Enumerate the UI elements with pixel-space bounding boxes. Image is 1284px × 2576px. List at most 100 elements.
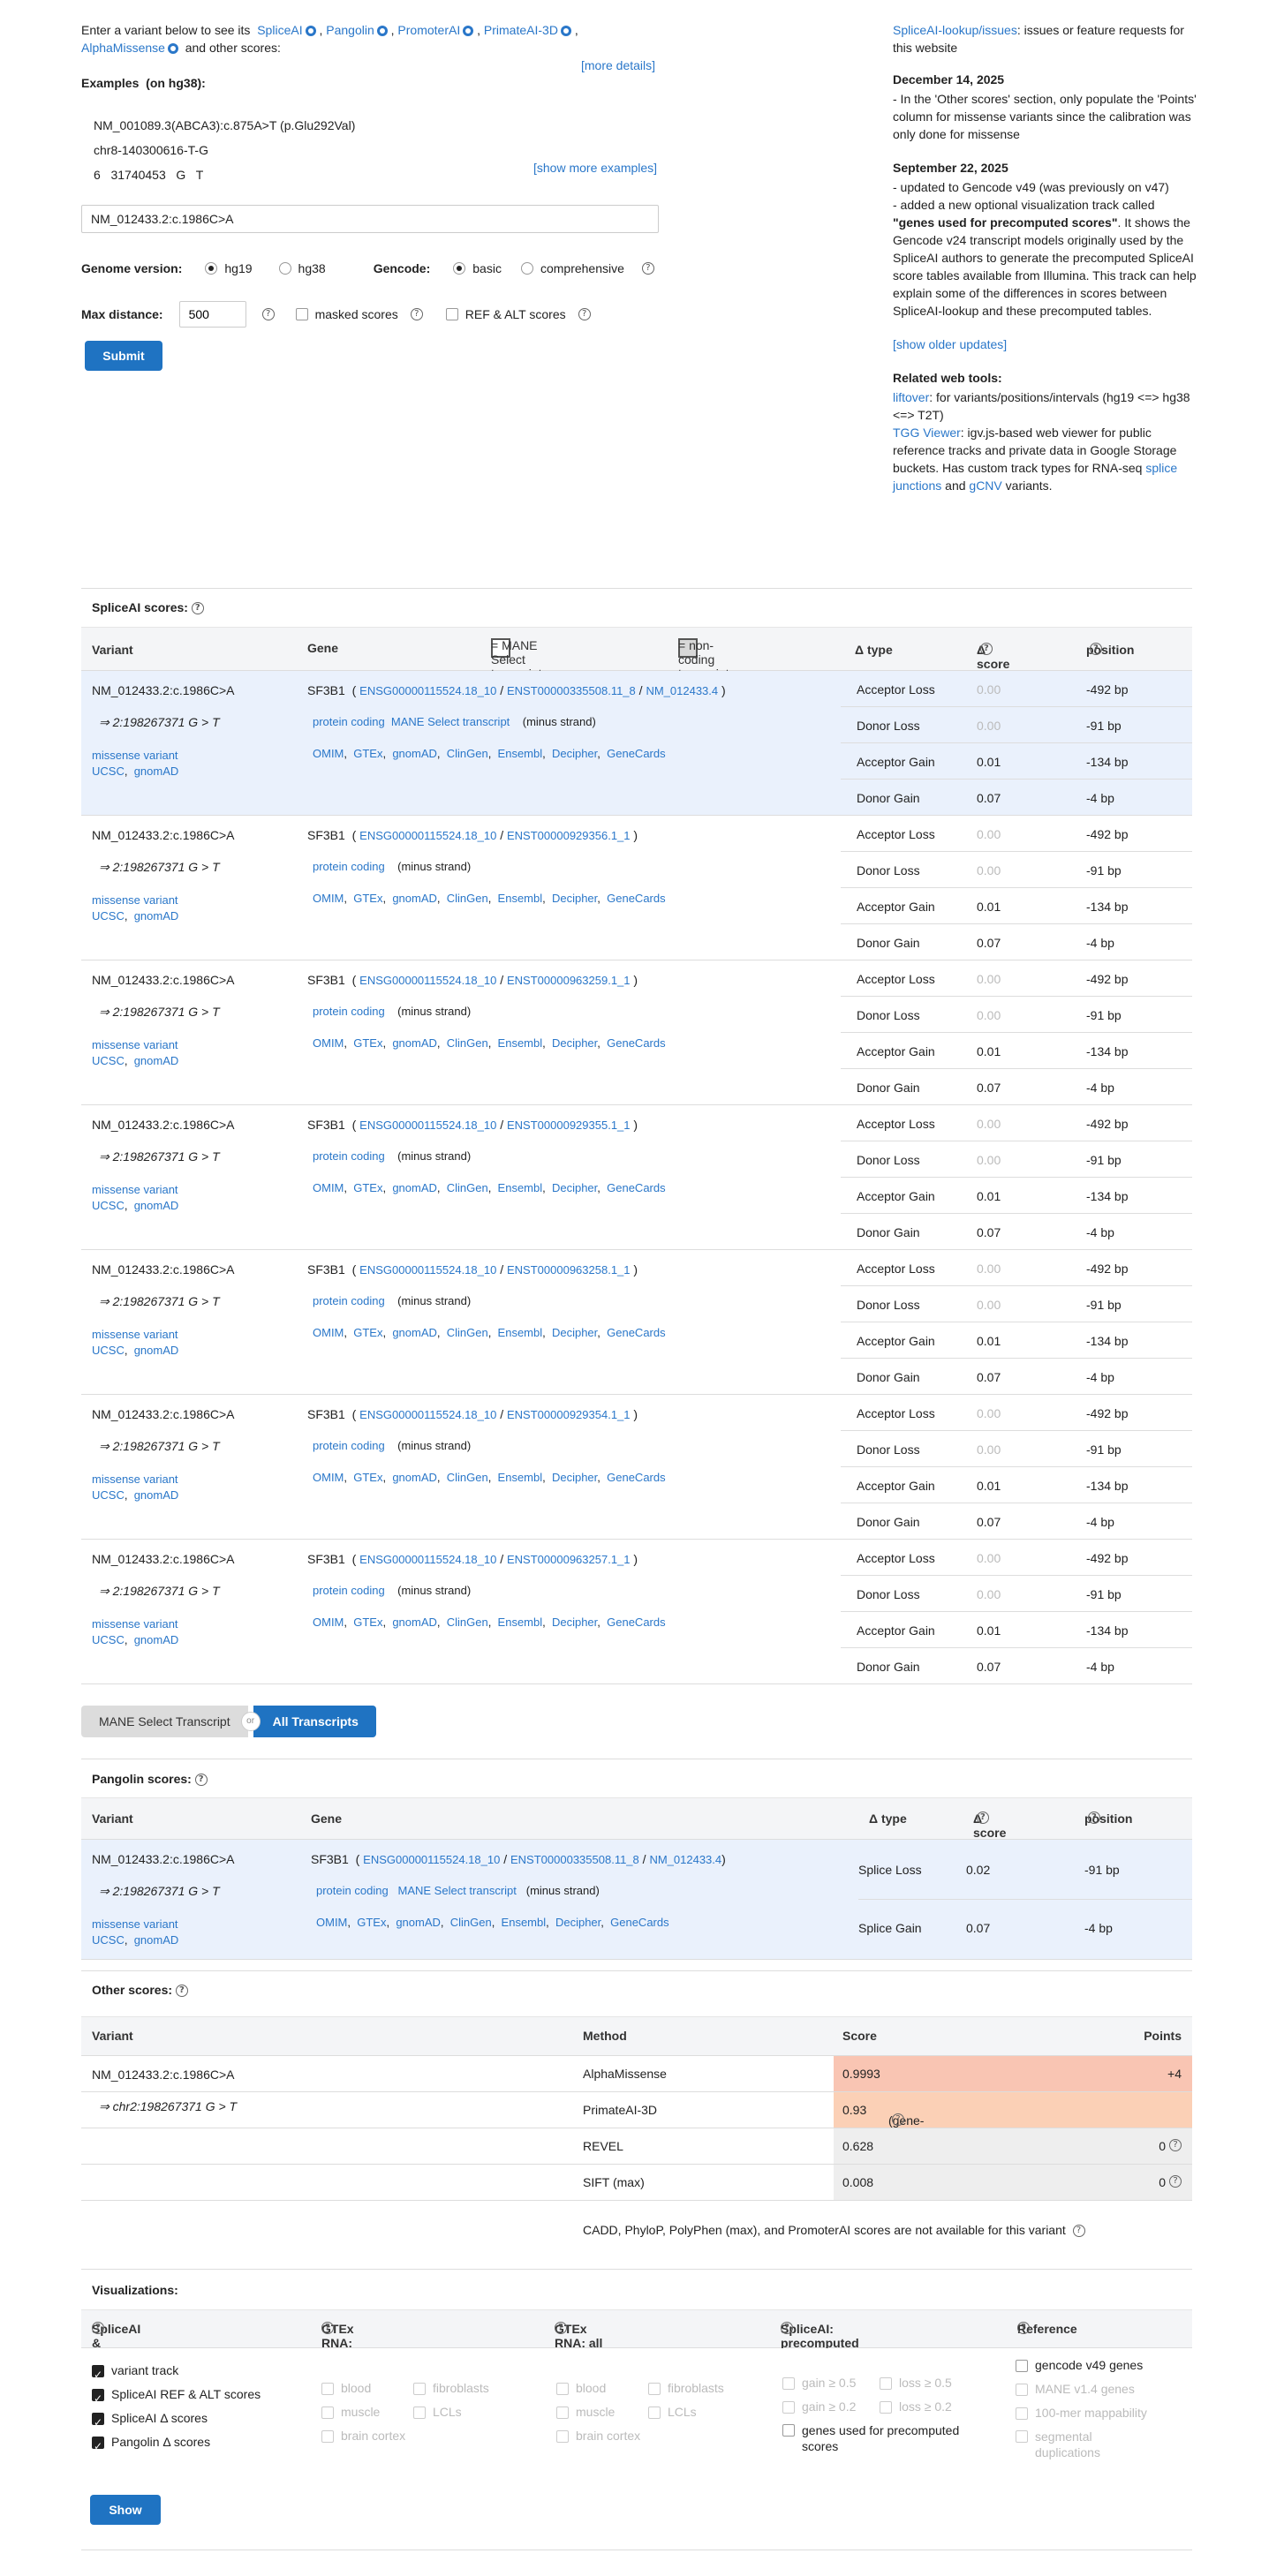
clingen-link[interactable]: ClinGen: [447, 1181, 488, 1194]
github-icon[interactable]: [376, 26, 388, 37]
gtex-link[interactable]: GTEx: [353, 1036, 382, 1050]
help-icon[interactable]: ?: [1087, 1811, 1100, 1824]
gtex-junc-muscle-checkbox[interactable]: [556, 2406, 569, 2419]
help-icon[interactable]: ?: [891, 2113, 904, 2126]
tgg-viewer-link[interactable]: TGG Viewer: [893, 426, 961, 440]
github-icon[interactable]: [560, 26, 571, 37]
omim-link[interactable]: OMIM: [313, 1471, 344, 1484]
ensembl-link[interactable]: Ensembl: [498, 1471, 543, 1484]
omim-link[interactable]: OMIM: [313, 1036, 344, 1050]
ucsc-link[interactable]: UCSC: [92, 765, 125, 778]
gtex-link[interactable]: GTEx: [353, 892, 382, 905]
ucsc-link[interactable]: UCSC: [92, 1633, 125, 1646]
gtex-avg-lcls-checkbox[interactable]: [413, 2406, 426, 2419]
enst-link[interactable]: ENST00000335508.11_8: [507, 684, 636, 697]
missense-link[interactable]: missense variant: [92, 1617, 178, 1631]
help-icon[interactable]: ?: [92, 2322, 104, 2334]
nm-link[interactable]: NM_012433.4: [646, 684, 718, 697]
ensembl-link[interactable]: Ensembl: [498, 1326, 543, 1339]
enst-link[interactable]: ENST00000335508.11_8: [510, 1853, 639, 1866]
gain-05-checkbox[interactable]: [782, 2376, 795, 2390]
gtex-link[interactable]: GTEx: [353, 1326, 382, 1339]
gnomad-link[interactable]: gnomAD: [392, 1326, 437, 1339]
ensg-link[interactable]: ENSG00000115524.18_10: [359, 1263, 496, 1277]
help-icon[interactable]: ?: [1169, 2139, 1182, 2151]
loss-02-checkbox[interactable]: [880, 2400, 892, 2414]
missense-link[interactable]: missense variant: [92, 1473, 178, 1486]
help-icon[interactable]: ?: [641, 262, 654, 275]
max-distance-input[interactable]: [178, 301, 246, 328]
gnomad-link[interactable]: gnomAD: [134, 1633, 179, 1646]
ensg-link[interactable]: ENSG00000115524.18_10: [359, 684, 496, 697]
missense-link[interactable]: missense variant: [92, 1183, 178, 1196]
omim-link[interactable]: OMIM: [313, 1181, 344, 1194]
gtex-link[interactable]: GTEx: [357, 1916, 386, 1929]
genes-precomputed-checkbox[interactable]: [782, 2424, 795, 2437]
ensembl-link[interactable]: Ensembl: [498, 1036, 543, 1050]
ensg-link[interactable]: ENSG00000115524.18_10: [359, 1119, 496, 1132]
pangolin-delta-checkbox[interactable]: [92, 2435, 104, 2459]
gtex-link[interactable]: GTEx: [353, 1181, 382, 1194]
ensembl-link[interactable]: Ensembl: [498, 1181, 543, 1194]
gnomad-link[interactable]: gnomAD: [392, 1036, 437, 1050]
omim-link[interactable]: OMIM: [313, 1616, 344, 1629]
gtex-avg-blood-checkbox[interactable]: [321, 2382, 334, 2395]
omim-link[interactable]: OMIM: [313, 747, 344, 760]
example-item[interactable]: 6 31740453 G T: [94, 162, 355, 187]
spliceai-ref-alt-checkbox[interactable]: [92, 2387, 104, 2411]
hg38-radio[interactable]: [278, 262, 291, 275]
show-older-updates-link[interactable]: [show older updates]: [893, 337, 1007, 351]
ensg-link[interactable]: ENSG00000115524.18_10: [359, 829, 496, 842]
mappability-checkbox[interactable]: [1016, 2407, 1028, 2420]
mane-select-toggle[interactable]: MANE Select Transcript: [81, 1706, 248, 1737]
ensembl-link[interactable]: Ensembl: [498, 747, 543, 760]
decipher-link[interactable]: Decipher: [552, 892, 597, 905]
gnomad-link[interactable]: gnomAD: [134, 765, 179, 778]
clingen-link[interactable]: ClinGen: [447, 1326, 488, 1339]
example-item[interactable]: NM_001089.3(ABCA3):c.875A>T (p.Glu292Val…: [94, 113, 355, 138]
github-icon[interactable]: [167, 43, 178, 55]
gnomad-link[interactable]: gnomAD: [134, 1054, 179, 1067]
gtex-link[interactable]: GTEx: [353, 1471, 382, 1484]
ucsc-link[interactable]: UCSC: [92, 909, 125, 923]
gnomad-link[interactable]: gnomAD: [392, 892, 437, 905]
gnomad-link[interactable]: gnomAD: [392, 1471, 437, 1484]
loss-05-checkbox[interactable]: [880, 2376, 892, 2390]
help-icon[interactable]: ?: [410, 308, 423, 320]
enst-link[interactable]: ENST00000963259.1_1: [507, 974, 631, 987]
decipher-link[interactable]: Decipher: [552, 1181, 597, 1194]
clingen-link[interactable]: ClinGen: [447, 747, 488, 760]
comprehensive-radio[interactable]: [520, 262, 533, 275]
gtex-avg-muscle-checkbox[interactable]: [321, 2406, 334, 2419]
all-transcripts-toggle[interactable]: All Transcripts: [253, 1706, 376, 1737]
genecards-link[interactable]: GeneCards: [607, 892, 665, 905]
gnomad-link[interactable]: gnomAD: [396, 1916, 441, 1929]
missense-link[interactable]: missense variant: [92, 893, 178, 907]
help-icon[interactable]: ?: [175, 1985, 188, 1998]
omim-link[interactable]: OMIM: [316, 1916, 347, 1929]
variant-input[interactable]: [81, 205, 659, 233]
help-icon[interactable]: ?: [979, 643, 993, 655]
ensg-link[interactable]: ENSG00000115524.18_10: [359, 974, 496, 987]
promoterai-link[interactable]: PromoterAI: [397, 23, 460, 37]
omim-link[interactable]: OMIM: [313, 1326, 344, 1339]
gtex-link[interactable]: GTEx: [353, 747, 382, 760]
gtex-avg-fibroblasts-checkbox[interactable]: [413, 2382, 426, 2395]
spliceai-delta-checkbox[interactable]: [92, 2411, 104, 2435]
gtex-avg-brain-checkbox[interactable]: [321, 2429, 334, 2443]
nm-link[interactable]: NM_012433.4: [649, 1853, 721, 1866]
example-item[interactable]: chr8-140300616-T-G: [94, 138, 355, 162]
gtex-junc-lcls-checkbox[interactable]: [648, 2406, 661, 2419]
gnomad-link[interactable]: gnomAD: [392, 1616, 437, 1629]
show-button[interactable]: Show: [90, 2495, 161, 2525]
help-icon[interactable]: ?: [191, 602, 204, 615]
ucsc-link[interactable]: UCSC: [92, 1488, 125, 1502]
submit-button[interactable]: Submit: [85, 341, 162, 371]
gain-02-checkbox[interactable]: [782, 2400, 795, 2414]
decipher-link[interactable]: Decipher: [552, 1616, 597, 1629]
basic-radio[interactable]: [453, 262, 466, 275]
clingen-link[interactable]: ClinGen: [447, 1616, 488, 1629]
gnomad-link[interactable]: gnomAD: [392, 747, 437, 760]
decipher-link[interactable]: Decipher: [552, 1036, 597, 1050]
ref-alt-checkbox[interactable]: [445, 308, 458, 320]
